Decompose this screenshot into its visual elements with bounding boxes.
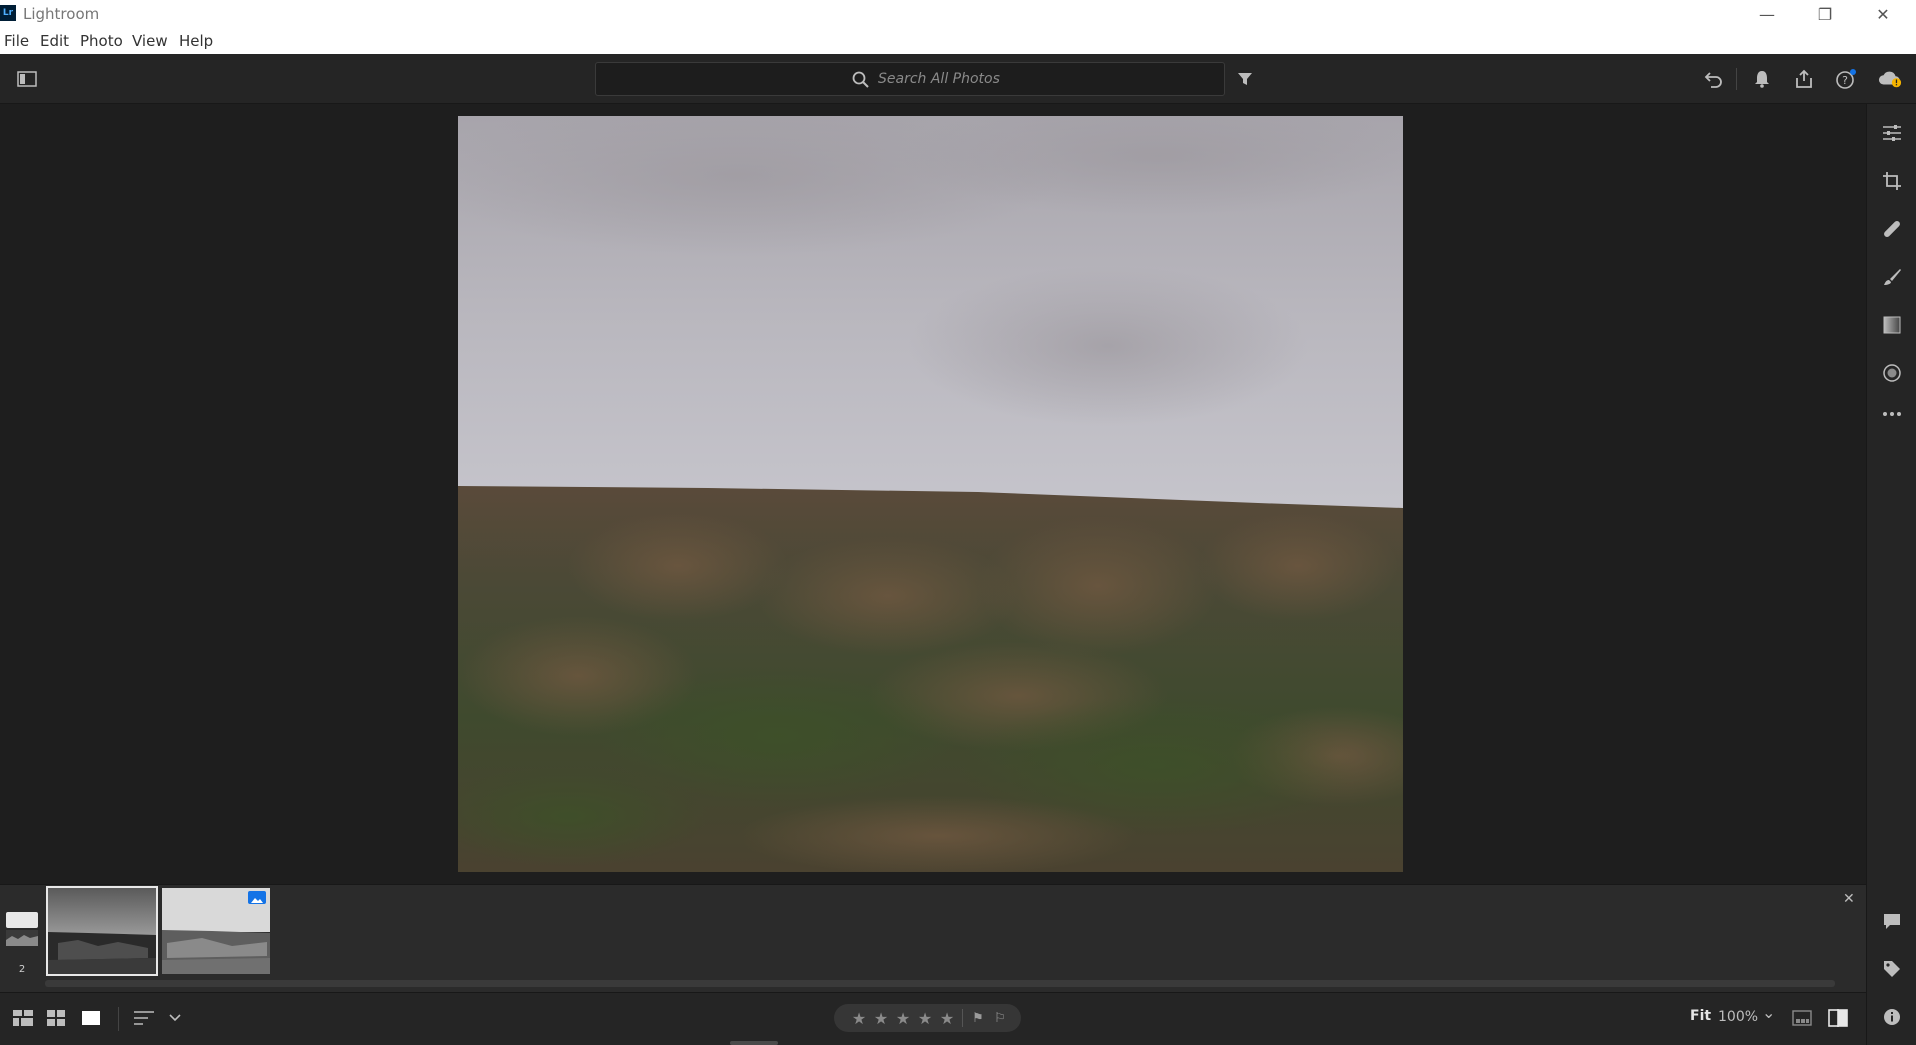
star-4[interactable]: ★ [914,1009,936,1028]
star-3[interactable]: ★ [892,1009,914,1028]
filmstrip-scrollbar[interactable] [45,980,1835,987]
lightroom-logo-icon: Lr [0,5,16,21]
info-icon[interactable] [1880,1005,1904,1029]
photo-stack[interactable]: 2 [4,910,40,975]
undo-icon[interactable] [1702,67,1726,91]
bell-icon[interactable] [1750,67,1774,91]
zoom-chevron-down-icon[interactable]: ⌄ [1762,1003,1775,1022]
star-5[interactable]: ★ [936,1009,958,1028]
title-bar: Lr Lightroom — ❐ ✕ [0,0,1916,28]
search-input[interactable] [878,69,1178,89]
compare-view-icon[interactable] [1827,1007,1849,1029]
star-1[interactable]: ★ [848,1009,870,1028]
photo-preview[interactable] [458,116,1403,872]
toolbar-divider [1736,68,1737,90]
panel-toggle-icon[interactable] [15,67,39,91]
menu-file[interactable]: File [4,32,29,50]
window-title: Lightroom [23,5,100,23]
rating-flag-control: ★ ★ ★ ★ ★ ⚑ ⚐ [834,1004,1021,1032]
radial-gradient-icon[interactable] [1880,361,1904,385]
thumbnail-2[interactable] [160,886,272,976]
menu-edit[interactable]: Edit [40,32,69,50]
star-2[interactable]: ★ [870,1009,892,1028]
comment-icon[interactable] [1880,909,1904,933]
bottom-bar: ★ ★ ★ ★ ★ ⚑ ⚐ Fit 100% ⌄ [0,992,1866,1045]
rating-divider [962,1009,963,1027]
filmstrip-toggle-icon[interactable] [1791,1007,1813,1029]
square-grid-view-icon[interactable] [12,1007,34,1029]
menu-bar: File Edit Photo View Help [0,28,1916,54]
zoom-fit-button[interactable]: Fit [1690,1008,1711,1024]
search-box[interactable] [595,62,1225,96]
menu-help[interactable]: Help [179,32,213,50]
crop-icon[interactable] [1880,169,1904,193]
edited-badge-icon [248,891,266,904]
bottom-divider [118,1007,119,1031]
share-icon[interactable] [1792,67,1816,91]
brush-icon[interactable] [1880,265,1904,289]
stack-icon [6,912,38,946]
tag-icon[interactable] [1880,957,1904,981]
reject-flag-icon[interactable]: ⚐ [989,1011,1011,1026]
filter-icon[interactable] [1233,67,1257,91]
healing-icon[interactable] [1880,217,1904,241]
stack-count: 2 [18,964,26,975]
svg-text:?: ? [1842,74,1848,87]
menu-photo[interactable]: Photo [80,32,123,50]
zoom-percent-button[interactable]: 100% [1718,1009,1758,1025]
help-icon[interactable]: ? [1834,67,1858,91]
filmstrip: 2 ✕ [0,884,1866,992]
bottom-resize-handle[interactable] [730,1041,778,1045]
thumbnail-1[interactable] [46,886,158,976]
minimize-button[interactable]: — [1738,0,1796,28]
sort-icon[interactable] [133,1007,155,1029]
grid-view-icon[interactable] [45,1007,67,1029]
main-canvas [0,104,1866,884]
sort-chevron-down-icon[interactable] [164,1007,186,1029]
cloud-sync-icon[interactable] [1878,67,1902,91]
menu-view[interactable]: View [132,32,168,50]
close-window-button[interactable]: ✕ [1854,0,1912,28]
maximize-button[interactable]: ❐ [1796,0,1854,28]
more-icon[interactable] [1880,402,1904,426]
close-filmstrip-icon[interactable]: ✕ [1843,891,1855,907]
search-icon [852,71,870,89]
detail-view-icon[interactable] [80,1007,102,1029]
edit-sliders-icon[interactable] [1880,121,1904,145]
right-tool-rail [1866,104,1916,1045]
linear-gradient-icon[interactable] [1880,313,1904,337]
pick-flag-icon[interactable]: ⚑ [967,1011,989,1026]
top-toolbar: ? [0,54,1916,104]
